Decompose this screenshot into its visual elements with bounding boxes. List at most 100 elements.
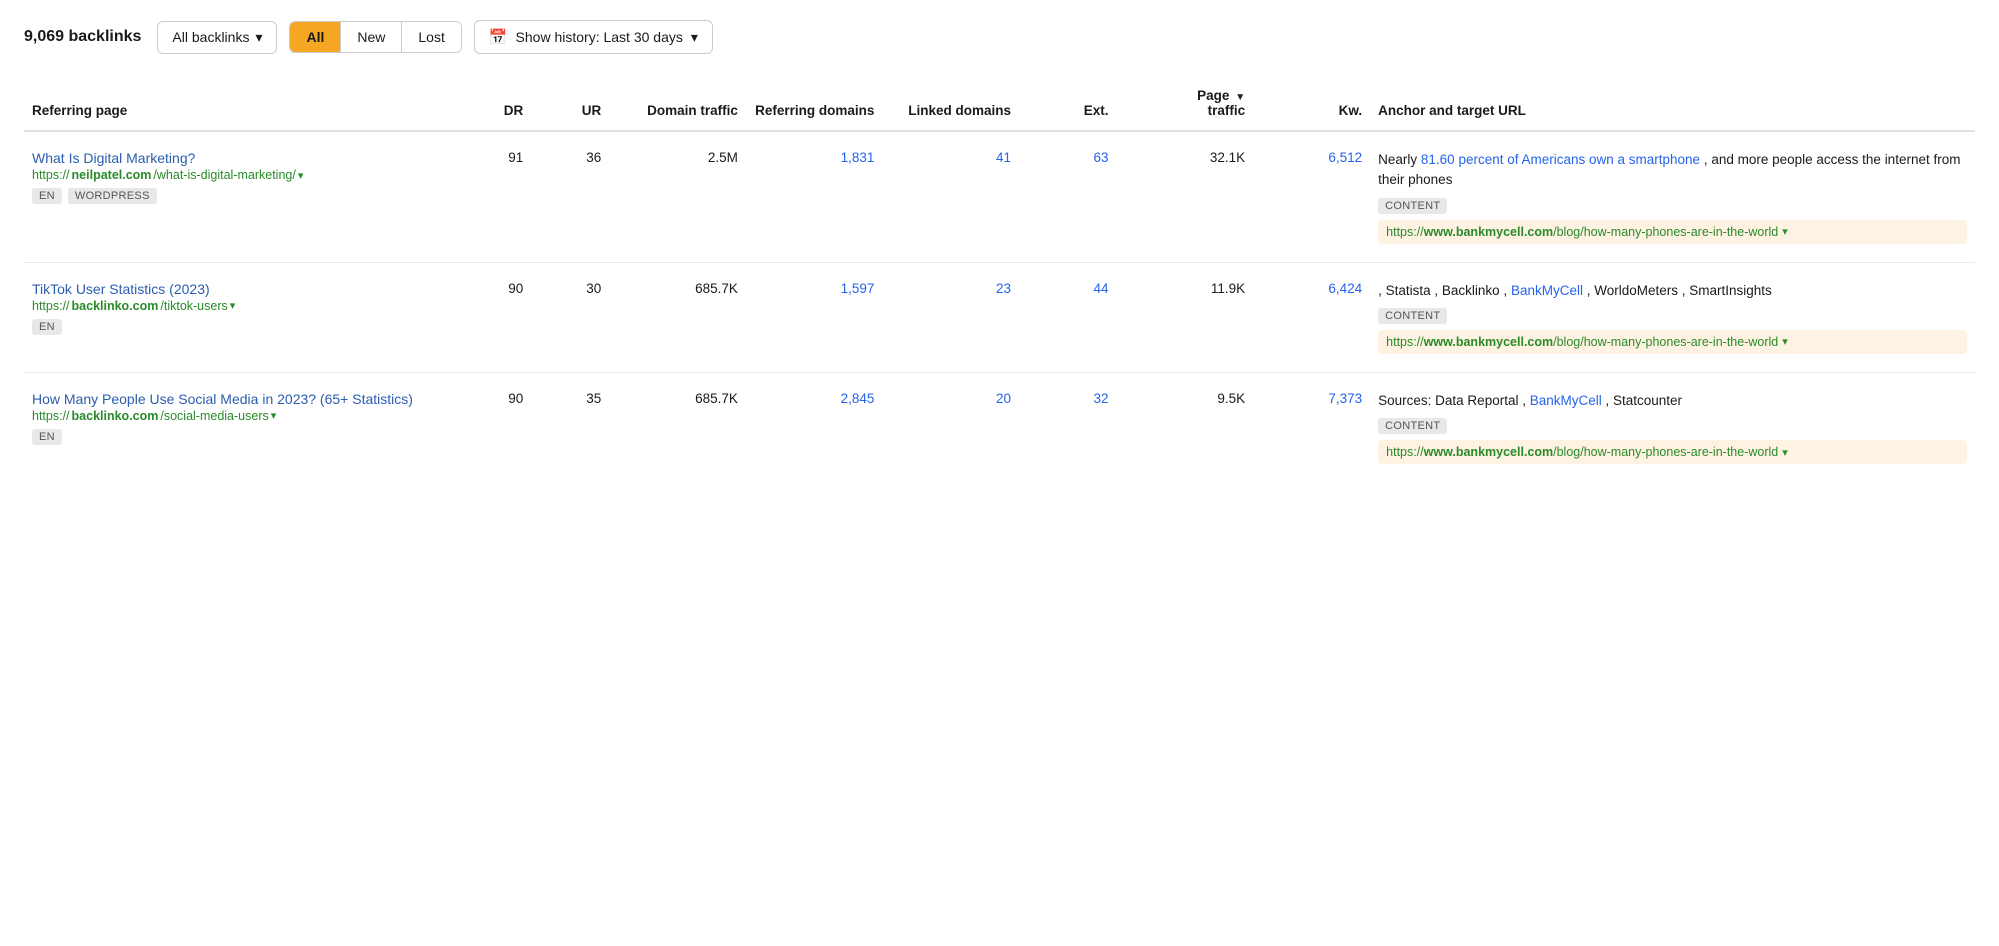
col-header-anchor-url: Anchor and target URL [1370, 78, 1975, 131]
page-traffic-value: 32.1K [1117, 131, 1254, 262]
target-url[interactable]: https://www.bankmycell.com/blog/how-many… [1386, 445, 1778, 459]
anchor-text-before: Sources: Data Reportal , [1378, 393, 1530, 408]
filter-all-button[interactable]: All [290, 22, 341, 52]
page-title-link[interactable]: How Many People Use Social Media in 2023… [32, 391, 445, 407]
col-header-kw: Kw. [1253, 78, 1370, 131]
page-traffic-value: 9.5K [1117, 372, 1254, 482]
linked-domains-value[interactable]: 41 [882, 131, 1019, 262]
kw-value[interactable]: 6,424 [1253, 262, 1370, 372]
url-prefix: https:// [32, 409, 70, 423]
anchor-url-cell: Nearly 81.60 percent of Americans own a … [1370, 131, 1975, 262]
content-tag: CONTENT [1378, 307, 1967, 330]
table-header-row: Referring page DR UR Domain traffic Refe… [24, 78, 1975, 131]
tag-badge: WORDPRESS [68, 188, 157, 204]
ext-value[interactable]: 63 [1019, 131, 1117, 262]
dr-value: 90 [453, 262, 531, 372]
target-url-prefix: https:// [1386, 225, 1424, 239]
table-row: TikTok User Statistics (2023) https://bac… [24, 262, 1975, 372]
kw-value[interactable]: 6,512 [1253, 131, 1370, 262]
target-url-prefix: https:// [1386, 445, 1424, 459]
dr-value: 91 [453, 131, 531, 262]
url-domain: backlinko.com [72, 409, 159, 423]
ur-value: 35 [531, 372, 609, 482]
referring-domains-value[interactable]: 2,845 [746, 372, 883, 482]
linked-domains-value[interactable]: 23 [882, 262, 1019, 372]
tag-group: EN WORDPRESS [32, 188, 445, 204]
target-url-domain: www.bankmycell.com [1424, 225, 1553, 239]
target-url-path: /blog/how-many-phones-are-in-the-world [1553, 445, 1778, 459]
kw-value[interactable]: 7,373 [1253, 372, 1370, 482]
filter-group: All New Lost [289, 21, 461, 53]
dr-value: 90 [453, 372, 531, 482]
target-url-path: /blog/how-many-phones-are-in-the-world [1553, 335, 1778, 349]
filter-lost-button[interactable]: Lost [402, 22, 460, 52]
referring-domains-value[interactable]: 1,831 [746, 131, 883, 262]
url-prefix: https:// [32, 168, 70, 182]
linked-domains-value[interactable]: 20 [882, 372, 1019, 482]
url-dropdown-icon[interactable]: ▾ [271, 409, 277, 422]
tag-badge: EN [32, 429, 62, 445]
url-path: /social-media-users [160, 409, 268, 423]
anchor-url-cell: , Statista , Backlinko , BankMyCell , Wo… [1370, 262, 1975, 372]
anchor-text-before: Nearly [1378, 152, 1421, 167]
ext-value[interactable]: 32 [1019, 372, 1117, 482]
url-domain: neilpatel.com [72, 168, 152, 182]
show-history-button[interactable]: 📅 Show history: Last 30 days ▾ [474, 20, 713, 54]
anchor-url-cell: Sources: Data Reportal , BankMyCell , St… [1370, 372, 1975, 482]
col-header-referring-page: Referring page [24, 78, 453, 131]
target-url-dropdown-icon[interactable]: ▾ [1782, 335, 1788, 348]
backlinks-table: Referring page DR UR Domain traffic Refe… [24, 78, 1975, 482]
url-dropdown-icon[interactable]: ▾ [298, 169, 304, 182]
table-row: What Is Digital Marketing?https://neilpa… [24, 131, 1975, 262]
tag-badge: EN [32, 319, 62, 335]
page-traffic-value: 11.9K [1117, 262, 1254, 372]
toolbar: 9,069 backlinks All backlinks ▾ All New … [24, 20, 1975, 54]
col-header-page-traffic[interactable]: Page ▼ traffic [1117, 78, 1254, 131]
target-url-prefix: https:// [1386, 335, 1424, 349]
url-prefix: https:// [32, 299, 70, 313]
referring-page-cell: How Many People Use Social Media in 2023… [24, 372, 453, 482]
all-backlinks-dropdown[interactable]: All backlinks ▾ [157, 21, 277, 54]
tag-badge: EN [32, 188, 62, 204]
filter-new-button[interactable]: New [341, 22, 402, 52]
target-url-dropdown-icon[interactable]: ▾ [1782, 225, 1788, 238]
target-url[interactable]: https://www.bankmycell.com/blog/how-many… [1386, 225, 1778, 239]
page-title-link[interactable]: What Is Digital Marketing? [32, 150, 445, 166]
col-header-linked-domains: Linked domains [882, 78, 1019, 131]
tag-group: EN [32, 429, 445, 445]
anchor-link-text[interactable]: 81.60 percent of Americans own a smartph… [1421, 152, 1700, 167]
ext-value[interactable]: 44 [1019, 262, 1117, 372]
ur-value: 36 [531, 131, 609, 262]
referring-domains-value[interactable]: 1,597 [746, 262, 883, 372]
anchor-text: Sources: Data Reportal , BankMyCell , St… [1378, 391, 1967, 411]
target-url-row: https://www.bankmycell.com/blog/how-many… [1378, 330, 1967, 354]
target-url-domain: www.bankmycell.com [1424, 335, 1553, 349]
domain-traffic-value: 685.7K [609, 262, 746, 372]
referring-page-cell: TikTok User Statistics (2023) https://bac… [24, 262, 453, 372]
anchor-text-before: , Statista , Backlinko , [1378, 283, 1511, 298]
dropdown-arrow-icon: ▾ [255, 29, 262, 46]
col-header-referring-domains: Referring domains [746, 78, 883, 131]
backlinks-count: 9,069 backlinks [24, 28, 141, 46]
anchor-link-text[interactable]: BankMyCell [1511, 283, 1583, 298]
tag-group: EN [32, 319, 445, 335]
page-url: https://backlinko.com/social-media-users… [32, 409, 445, 423]
page-title-link[interactable]: TikTok User Statistics (2023) [32, 281, 445, 297]
target-url[interactable]: https://www.bankmycell.com/blog/how-many… [1386, 335, 1778, 349]
all-backlinks-label: All backlinks [172, 29, 249, 45]
history-dropdown-arrow-icon: ▾ [691, 29, 698, 46]
referring-page-cell: What Is Digital Marketing? https://neilpa… [24, 131, 453, 262]
col-header-dr: DR [453, 78, 531, 131]
anchor-text: Nearly 81.60 percent of Americans own a … [1378, 150, 1967, 191]
url-path: /what-is-digital-marketing/ [153, 168, 295, 182]
target-url-dropdown-icon[interactable]: ▾ [1782, 446, 1788, 459]
url-dropdown-icon[interactable]: ▾ [230, 299, 236, 312]
page-url: https://neilpatel.com/what-is-digital-ma… [32, 168, 445, 182]
url-path: /tiktok-users [160, 299, 227, 313]
page-url: https://backlinko.com/tiktok-users ▾ [32, 299, 445, 313]
main-container: 9,069 backlinks All backlinks ▾ All New … [0, 0, 1999, 502]
content-tag: CONTENT [1378, 417, 1967, 440]
target-url-row: https://www.bankmycell.com/blog/how-many… [1378, 220, 1967, 244]
anchor-link-text[interactable]: BankMyCell [1530, 393, 1602, 408]
calendar-icon: 📅 [489, 28, 508, 46]
